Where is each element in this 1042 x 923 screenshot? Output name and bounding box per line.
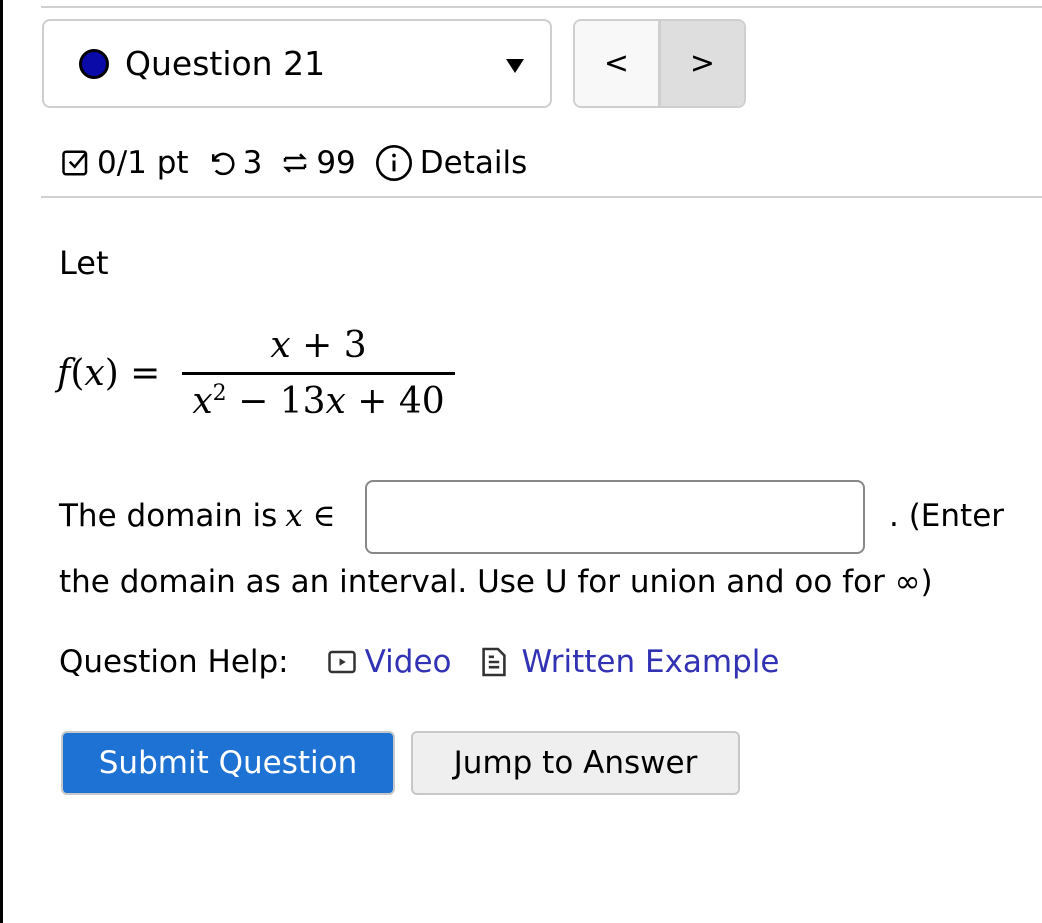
domain-answer-input[interactable]	[365, 480, 865, 554]
retry-icon	[207, 148, 237, 178]
video-help-label: Video	[364, 644, 452, 680]
retries-count: 3	[242, 145, 263, 181]
meta-divider	[41, 196, 1042, 198]
dropdown-caret-icon	[506, 59, 524, 73]
score-text: 0/1 pt	[97, 145, 189, 181]
next-question-button[interactable]: >	[661, 21, 744, 106]
question-selector-label: Question 21	[125, 44, 326, 83]
domain-instructions: the domain as an interval. Use U for uni…	[59, 564, 933, 600]
formula-numerator: x + 3	[270, 325, 367, 366]
function-formula: f(x) = x + 3 x2 − 13x + 40	[57, 325, 455, 422]
domain-suffix: . (Enter	[889, 498, 1005, 534]
top-divider	[41, 6, 1042, 8]
question-help: Question Help: Video Written Example	[59, 640, 779, 684]
question-selector[interactable]: Question 21	[42, 19, 552, 108]
written-example-link[interactable]: Written Example	[481, 644, 779, 680]
written-example-label: Written Example	[521, 644, 780, 680]
question-intro: Let	[59, 244, 109, 282]
question-status-dot-icon	[79, 48, 109, 79]
jump-to-answer-button[interactable]: Jump to Answer	[411, 731, 740, 795]
question-help-label: Question Help:	[59, 644, 289, 680]
attempts-icon	[280, 148, 310, 178]
video-help-link[interactable]: Video	[327, 644, 452, 680]
question-nav: < >	[573, 19, 746, 108]
formula-denominator: x2 − 13x + 40	[192, 381, 445, 422]
formula-lhs: f(x) =	[57, 353, 161, 394]
checkbox-score-icon	[61, 148, 91, 178]
attempts-count: 99	[316, 145, 356, 181]
domain-prefix: The domain is x ∈	[59, 498, 336, 534]
domain-prompt: The domain is x ∈ . (Enter	[59, 480, 1039, 560]
question-meta: 0/1 pt 3 99 Details	[61, 140, 545, 186]
submit-question-button[interactable]: Submit Question	[61, 731, 395, 795]
video-icon	[327, 650, 356, 674]
formula-fraction: x + 3 x2 − 13x + 40	[182, 325, 455, 422]
details-link[interactable]: Details	[420, 145, 527, 181]
document-icon	[482, 647, 507, 677]
previous-question-button[interactable]: <	[575, 21, 661, 106]
info-icon[interactable]	[374, 143, 414, 183]
